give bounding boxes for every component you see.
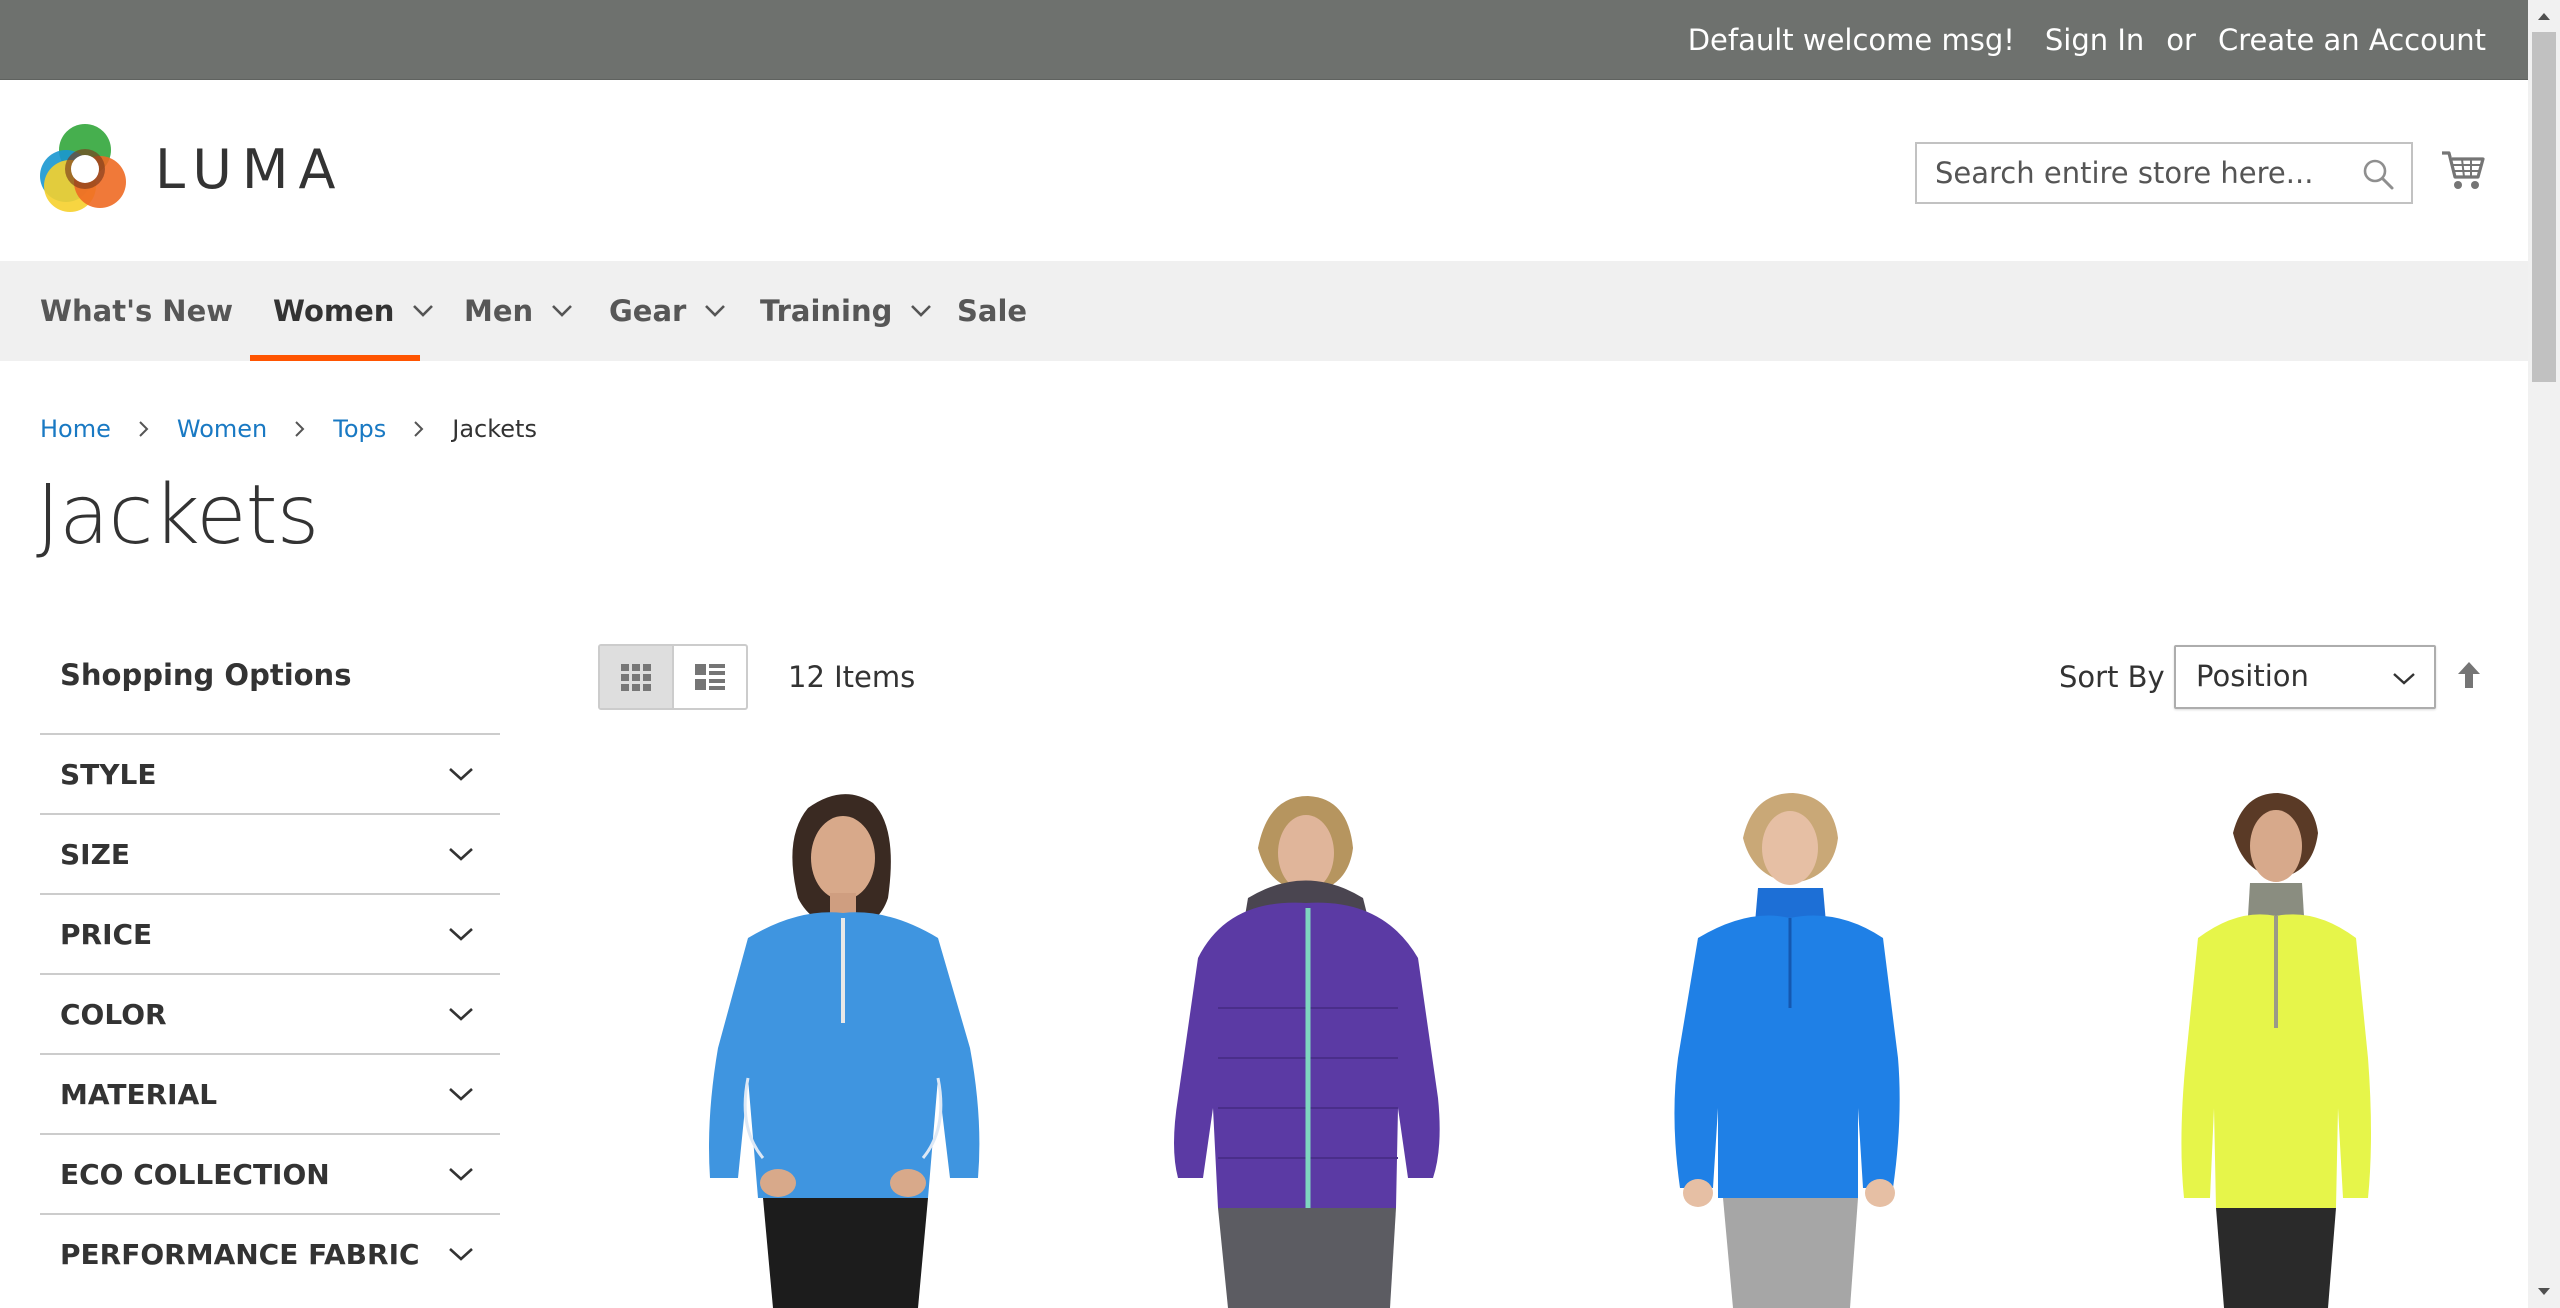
- luma-logo-icon: [40, 124, 130, 214]
- chevron-down-icon: [2393, 673, 2415, 685]
- welcome-message: Default welcome msg!: [1687, 22, 2015, 57]
- or-separator: or: [2166, 22, 2196, 57]
- chevron-down-icon: [449, 1088, 473, 1101]
- product-item[interactable]: [1558, 778, 2008, 1308]
- page: Default welcome msg! Sign In or Create a…: [0, 0, 2528, 1308]
- product-item[interactable]: [1078, 778, 1528, 1308]
- view-mode-switcher: [598, 644, 748, 710]
- chevron-down-icon: [449, 928, 473, 941]
- nav-label: Women: [273, 294, 395, 328]
- search-input[interactable]: [1917, 144, 2357, 202]
- nav-item-women[interactable]: Women: [273, 261, 434, 361]
- filter-style[interactable]: STYLE: [40, 733, 500, 813]
- nav-item-training[interactable]: Training: [760, 261, 932, 361]
- nav-label: Sale: [957, 294, 1028, 328]
- breadcrumb-women[interactable]: Women: [177, 415, 267, 443]
- filter-label: MATERIAL: [60, 1077, 218, 1111]
- scroll-down-arrow-icon[interactable]: [2528, 1276, 2560, 1308]
- sort-by-select[interactable]: Position: [2174, 645, 2436, 709]
- product-image: [1558, 778, 2008, 1308]
- item-count: 12 Items: [788, 660, 916, 694]
- filter-price[interactable]: PRICE: [40, 893, 500, 973]
- product-item[interactable]: [2038, 778, 2488, 1308]
- product-image: [2038, 778, 2488, 1308]
- list-icon: [695, 664, 725, 690]
- scrollbar-thumb[interactable]: [2532, 32, 2556, 382]
- nav-item-sale[interactable]: Sale: [957, 261, 1027, 361]
- nav-active-indicator: [250, 355, 420, 361]
- chevron-down-icon: [911, 305, 932, 317]
- arrow-up-icon: [2458, 662, 2480, 688]
- nav-label: Men: [464, 294, 534, 328]
- product-image: [598, 778, 1048, 1308]
- filter-performance-fabric[interactable]: PERFORMANCE FABRIC: [40, 1213, 500, 1293]
- nav-label: What's New: [40, 294, 234, 328]
- top-panel: Default welcome msg! Sign In or Create a…: [0, 0, 2528, 80]
- search-box: [1915, 142, 2413, 204]
- filter-label: SIZE: [60, 837, 131, 871]
- cart-icon[interactable]: [2440, 145, 2486, 193]
- scroll-up-arrow-icon[interactable]: [2528, 0, 2560, 32]
- filter-label: PERFORMANCE FABRIC: [60, 1237, 420, 1271]
- filter-list: STYLE SIZE PRICE COLOR MATERIAL ECO COLL…: [40, 733, 500, 1293]
- search-icon[interactable]: [2361, 157, 2395, 191]
- grid-view-button[interactable]: [600, 646, 674, 708]
- nav-label: Training: [760, 294, 893, 328]
- nav-label: Gear: [609, 294, 687, 328]
- filter-label: COLOR: [60, 997, 167, 1031]
- chevron-down-icon: [449, 768, 473, 781]
- breadcrumb-tops[interactable]: Tops: [333, 415, 386, 443]
- chevron-down-icon: [449, 1008, 473, 1021]
- chevron-right-icon: [295, 421, 305, 437]
- nav-item-whats-new[interactable]: What's New: [40, 261, 233, 361]
- filter-label: ECO COLLECTION: [60, 1157, 330, 1191]
- chevron-right-icon: [414, 421, 424, 437]
- filter-eco-collection[interactable]: ECO COLLECTION: [40, 1133, 500, 1213]
- create-account-link[interactable]: Create an Account: [2218, 23, 2486, 57]
- logo-link[interactable]: LUMA: [40, 124, 345, 214]
- page-title: Jackets: [36, 468, 319, 563]
- chevron-down-icon: [413, 305, 434, 317]
- sign-in-link[interactable]: Sign In: [2045, 23, 2144, 57]
- product-image: [1078, 778, 1528, 1308]
- breadcrumb: Home Women Tops Jackets: [40, 412, 537, 446]
- main-navigation: What's New Women Men Gear Training Sale: [0, 261, 2528, 361]
- page-scrollbar[interactable]: [2528, 0, 2560, 1308]
- top-links: Default welcome msg! Sign In or Create a…: [1658, 0, 2486, 79]
- sort-by-value: Position: [2196, 659, 2309, 693]
- filter-color[interactable]: COLOR: [40, 973, 500, 1053]
- filter-label: STYLE: [60, 757, 157, 791]
- chevron-down-icon: [449, 848, 473, 861]
- nav-item-gear[interactable]: Gear: [609, 261, 726, 361]
- sort-direction-button[interactable]: [2456, 660, 2482, 690]
- shopping-options-title: Shopping Options: [60, 658, 352, 692]
- list-view-button[interactable]: [674, 646, 746, 708]
- chevron-down-icon: [705, 305, 726, 317]
- chevron-down-icon: [552, 305, 573, 317]
- logo-text: LUMA: [155, 137, 346, 201]
- chevron-right-icon: [139, 421, 149, 437]
- chevron-down-icon: [449, 1168, 473, 1181]
- chevron-down-icon: [449, 1248, 473, 1261]
- nav-item-men[interactable]: Men: [464, 261, 573, 361]
- breadcrumb-current: Jackets: [452, 415, 537, 443]
- breadcrumb-home[interactable]: Home: [40, 415, 111, 443]
- product-grid: [598, 778, 2488, 1308]
- product-item[interactable]: [598, 778, 1048, 1308]
- sort-by-label: Sort By: [2059, 660, 2165, 694]
- filter-material[interactable]: MATERIAL: [40, 1053, 500, 1133]
- filter-size[interactable]: SIZE: [40, 813, 500, 893]
- grid-icon: [621, 664, 651, 691]
- filter-label: PRICE: [60, 917, 153, 951]
